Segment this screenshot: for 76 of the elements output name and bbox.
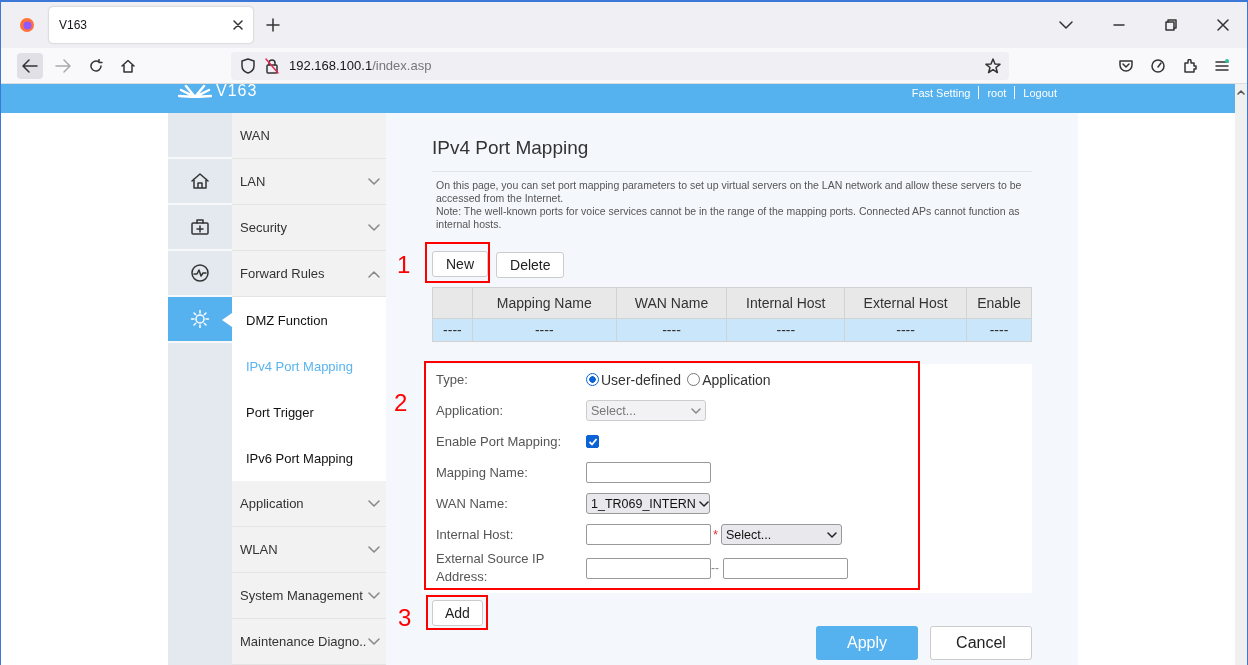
checkbox[interactable] xyxy=(586,435,599,448)
toolbox-icon xyxy=(190,217,210,237)
radio-label: User-defined xyxy=(601,371,682,388)
field-label: Mapping Name: xyxy=(436,463,529,482)
delete-button[interactable]: Delete xyxy=(496,252,565,278)
field-label: Application: xyxy=(436,401,505,420)
browser-tab[interactable]: V163 xyxy=(49,7,253,43)
field-label: Enable Port Mapping: xyxy=(436,432,563,451)
chevron-down-icon[interactable] xyxy=(1059,21,1073,29)
description-text: On this page, you can set port mapping parameters to set up virtual servers on the LAN network and allow these servers to be accessed from the Internet. xyxy=(436,179,1023,205)
menu-icon[interactable] xyxy=(1215,58,1229,73)
cancel-button[interactable]: Cancel xyxy=(930,626,1032,660)
dropdown[interactable]: 1_TR069_INTERN xyxy=(586,493,710,514)
required-mark: * xyxy=(713,527,719,542)
close-icon[interactable] xyxy=(233,20,243,30)
annotation-number: 1 xyxy=(397,253,411,277)
settings-icon xyxy=(190,309,210,329)
caret-icon xyxy=(827,531,837,538)
annotation-number: 3 xyxy=(398,606,412,630)
radio-option[interactable]: User-defined xyxy=(586,371,682,388)
submenu-item[interactable]: IPv6 Port Mapping xyxy=(232,435,386,481)
field-label: WAN Name: xyxy=(436,494,509,513)
caret-icon xyxy=(698,500,709,507)
text-field[interactable] xyxy=(586,462,711,483)
column-header xyxy=(432,287,473,319)
radio-button[interactable] xyxy=(586,373,599,386)
radio-option[interactable]: Application xyxy=(687,371,771,388)
logo-text: V163 xyxy=(216,84,258,98)
description-text: Note: The well-known ports for voice services cannot be in the range of the mapping ports. Connected APs cannot function as internal hosts. xyxy=(436,205,1021,231)
pulse-icon xyxy=(190,263,210,283)
table-cell: ---- xyxy=(844,318,967,342)
range-separator: -- xyxy=(711,561,720,575)
submenu-item[interactable]: DMZ Function xyxy=(232,297,386,343)
text-field[interactable] xyxy=(586,557,711,579)
restore-icon[interactable] xyxy=(1165,19,1177,31)
table-cell: ---- xyxy=(432,318,473,342)
caret-icon xyxy=(691,407,701,414)
pocket-icon[interactable] xyxy=(1119,58,1133,73)
dropdown[interactable]: Select... xyxy=(721,524,842,545)
scroll-up-icon[interactable] xyxy=(1237,90,1245,95)
reload-icon[interactable] xyxy=(89,58,103,73)
field-label: External Source IP Address: xyxy=(436,550,546,586)
table-cell: ---- xyxy=(726,318,845,342)
text-field[interactable] xyxy=(586,524,711,545)
column-header: WAN Name xyxy=(616,287,727,319)
annotation-number: 2 xyxy=(394,391,408,415)
field-label: Type: xyxy=(436,370,469,389)
submenu-item[interactable]: Port Trigger xyxy=(232,389,386,435)
chevron-up-icon[interactable] xyxy=(368,269,380,278)
home-icon xyxy=(190,171,210,191)
add-button[interactable]: Add xyxy=(432,600,483,626)
table-cell: ---- xyxy=(472,318,617,342)
table-cell: ---- xyxy=(616,318,727,342)
page-title: IPv4 Port Mapping xyxy=(432,137,590,159)
insecure-lock-icon[interactable] xyxy=(265,57,279,74)
new-button[interactable]: New xyxy=(432,251,488,277)
column-header: External Host xyxy=(844,287,967,319)
plus-icon[interactable] xyxy=(266,18,280,32)
radio-label: Application xyxy=(702,371,771,388)
column-header: Internal Host xyxy=(726,287,845,319)
text-field[interactable] xyxy=(723,557,848,579)
puzzle-icon[interactable] xyxy=(1183,58,1197,73)
close-icon[interactable] xyxy=(1217,19,1229,31)
scrollbar[interactable] xyxy=(1235,84,1247,665)
column-header: Enable xyxy=(966,287,1032,319)
bookmark-star-icon[interactable] xyxy=(985,57,1001,74)
column-header: Mapping Name xyxy=(472,287,617,319)
field-label: Internal Host: xyxy=(436,525,515,544)
address-field[interactable]: 192.168.100.1/index.asp xyxy=(231,51,1009,80)
gauge-icon[interactable] xyxy=(1151,58,1165,73)
url-text: 192.168.100.1/index.asp xyxy=(289,58,432,73)
home-icon[interactable] xyxy=(121,58,135,73)
browser-logo-icon[interactable] xyxy=(19,17,35,33)
tab-title: V163 xyxy=(59,18,88,32)
back-icon[interactable] xyxy=(17,52,43,79)
shield-icon[interactable] xyxy=(241,57,255,74)
